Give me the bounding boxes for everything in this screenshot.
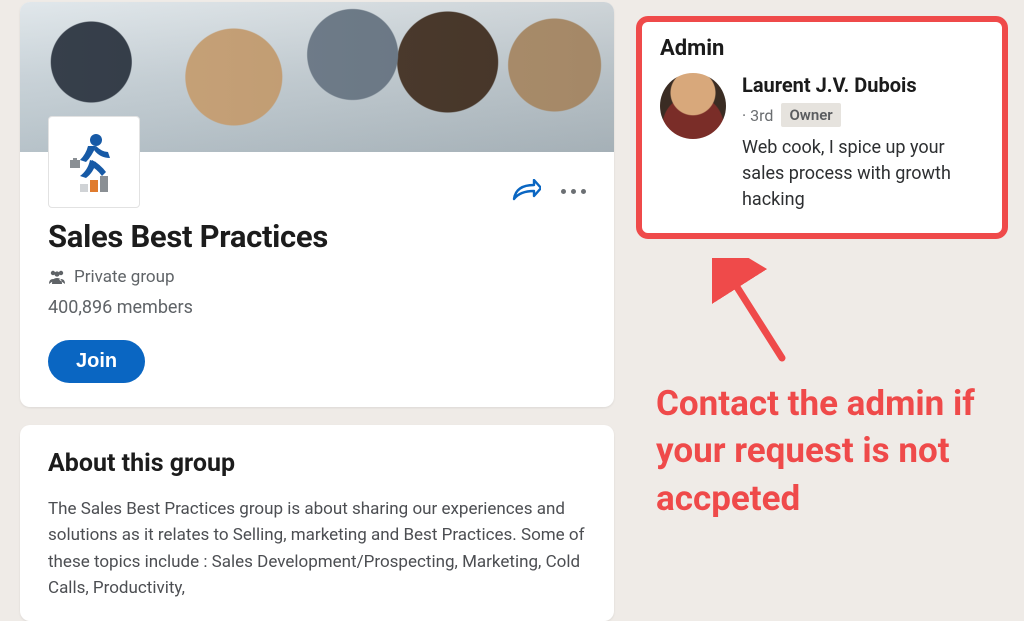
admin-row[interactable]: Laurent J.V. Dubois · 3rd Owner Web cook… (660, 73, 984, 213)
admin-avatar[interactable] (660, 73, 726, 139)
admin-name[interactable]: Laurent J.V. Dubois (742, 73, 984, 97)
about-heading: About this group (48, 449, 586, 478)
connection-degree: · 3rd (742, 106, 773, 125)
group-card: Sales Best Practices Private group 400,8… (20, 2, 614, 407)
role-tag: Owner (781, 103, 840, 127)
about-card: About this group The Sales Best Practice… (20, 425, 614, 621)
about-text: The Sales Best Practices group is about … (48, 496, 586, 601)
more-icon[interactable] (561, 189, 586, 194)
members-count: 400,896 members (48, 297, 586, 318)
privacy-label: Private group (74, 267, 175, 287)
annotation-callout: Contact the admin if your request is not… (656, 380, 1006, 522)
group-title: Sales Best Practices (48, 218, 586, 255)
admin-card: Admin Laurent J.V. Dubois · 3rd Owner We… (636, 16, 1008, 239)
admin-heading: Admin (660, 36, 984, 61)
admin-bio: Web cook, I spice up your sales process … (742, 135, 984, 213)
people-icon (48, 269, 66, 285)
group-logo-icon (62, 130, 126, 194)
share-icon[interactable] (511, 179, 541, 203)
privacy-row: Private group (48, 267, 586, 287)
group-logo (48, 116, 140, 208)
join-button[interactable]: Join (48, 340, 145, 383)
annotation-arrow-icon (712, 258, 802, 368)
